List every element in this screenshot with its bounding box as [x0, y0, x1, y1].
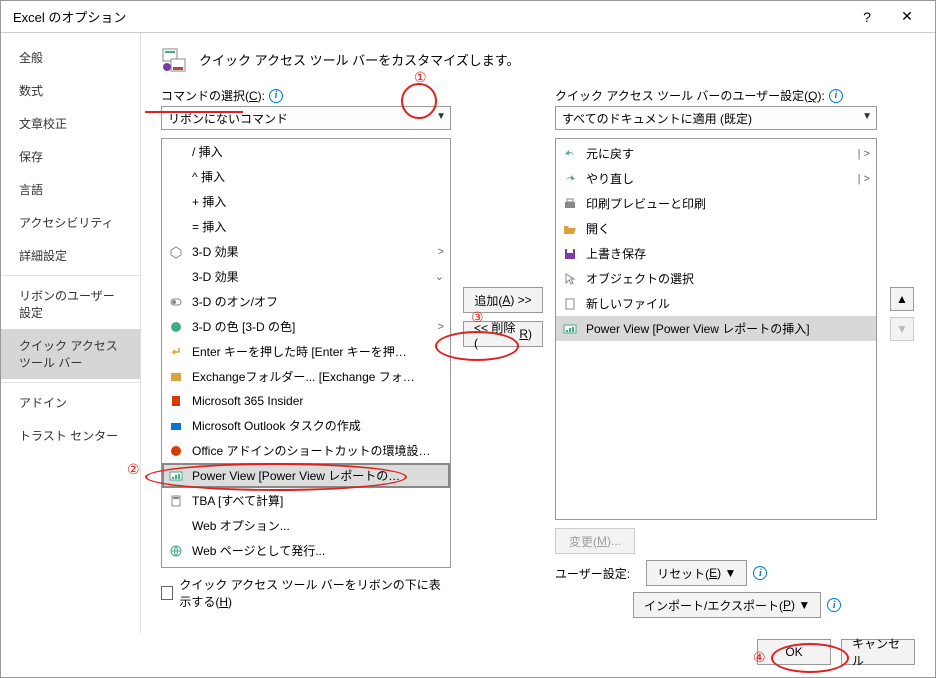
undo-icon — [562, 146, 578, 162]
blank-icon — [168, 269, 184, 285]
annotation-number-3: ③ — [471, 309, 484, 326]
command-item[interactable]: = 挿入 — [162, 214, 450, 239]
qat-item[interactable]: 元に戻す| > — [556, 141, 876, 166]
annotation-number-2: ② — [127, 461, 140, 478]
window-title: Excel のオプション — [9, 7, 847, 26]
save-icon — [562, 246, 578, 262]
command-item[interactable]: Office アドインのショートカットの環境設… — [162, 438, 450, 463]
cube-icon — [168, 244, 184, 260]
move-down-button: ▼ — [890, 317, 914, 341]
qat-item[interactable]: 新しいファイル — [556, 291, 876, 316]
command-item[interactable]: Enter キーを押した時 [Enter キーを押… — [162, 339, 450, 364]
qat-item[interactable]: Power View [Power View レポートの挿入] — [556, 316, 876, 341]
redo-icon — [562, 171, 578, 187]
newfile-icon — [562, 296, 578, 312]
category-sidebar: 全般 数式 文章校正 保存 言語 アクセシビリティ 詳細設定 リボンのユーザー設… — [1, 33, 141, 633]
close-button[interactable]: ✕ — [887, 1, 927, 33]
choose-commands-combo[interactable]: リボンにないコマンド ▼ — [161, 106, 451, 130]
command-item[interactable]: Web ページとして発行... — [162, 538, 450, 563]
qat-item[interactable]: 上書き保存 — [556, 241, 876, 266]
command-item[interactable]: Microsoft 365 Insider — [162, 389, 450, 413]
info-icon[interactable]: i — [829, 89, 843, 103]
powerview-icon — [168, 468, 184, 484]
toggle-icon — [168, 294, 184, 310]
cancel-button[interactable]: キャンセル — [841, 639, 915, 665]
palette-icon — [168, 319, 184, 335]
commands-listbox[interactable]: / 挿入^ 挿入+ 挿入= 挿入3-D 効果>3-D 効果⌄3-D のオン/オフ… — [161, 138, 451, 568]
exchange-icon — [168, 369, 184, 385]
sidebar-item-ribbon[interactable]: リボンのユーザー設定 — [1, 279, 140, 329]
move-up-button[interactable]: ▲ — [890, 287, 914, 311]
command-item[interactable]: / 挿入 — [162, 139, 450, 164]
command-item[interactable]: Power View [Power View レポートの… — [162, 463, 450, 488]
plus-icon — [168, 194, 184, 210]
qat-item[interactable]: 印刷プレビューと印刷 — [556, 191, 876, 216]
sidebar-item-trust[interactable]: トラスト センター — [1, 419, 140, 452]
content-pane: クイック アクセス ツール バーをカスタマイズします。 コマンドの選択(C): … — [141, 33, 935, 633]
qat-listbox[interactable]: 元に戻す| >やり直し| >印刷プレビューと印刷開く上書き保存オブジェクトの選択… — [555, 138, 877, 520]
chevron-down-icon: ▼ — [436, 111, 446, 122]
addin-icon — [168, 443, 184, 459]
titlebar: Excel のオプション ? ✕ — [1, 1, 935, 33]
import-export-button[interactable]: インポート/エクスポート(P) ▼ — [633, 592, 821, 618]
enter-icon — [168, 344, 184, 360]
command-item[interactable]: Microsoft Outlook タスクの作成 — [162, 413, 450, 438]
command-item[interactable]: Web オプション... — [162, 513, 450, 538]
help-button[interactable]: ? — [847, 1, 887, 33]
sidebar-item-accessibility[interactable]: アクセシビリティ — [1, 206, 140, 239]
modify-button: 変更(M)... — [555, 528, 635, 554]
qat-scope-value: すべてのドキュメントに適用 (既定) — [562, 110, 752, 127]
command-item[interactable]: 3-D の色 [3-D の色]> — [162, 314, 450, 339]
print-icon — [562, 196, 578, 212]
info-icon[interactable]: i — [269, 89, 283, 103]
qat-item[interactable]: オブジェクトの選択 — [556, 266, 876, 291]
sidebar-item-save[interactable]: 保存 — [1, 140, 140, 173]
insert-icon — [168, 144, 184, 160]
annotation-number-1: ① — [414, 69, 427, 86]
sidebar-item-proofing[interactable]: 文章校正 — [1, 107, 140, 140]
show-below-ribbon-label: クイック アクセス ツール バーをリボンの下に表示する(H) — [179, 576, 451, 610]
sidebar-item-advanced[interactable]: 詳細設定 — [1, 239, 140, 272]
qat-item[interactable]: 開く — [556, 216, 876, 241]
web-icon — [168, 543, 184, 559]
command-item[interactable]: 3-D 効果> — [162, 239, 450, 264]
sidebar-item-formulas[interactable]: 数式 — [1, 74, 140, 107]
info-icon[interactable]: i — [827, 598, 841, 612]
command-item[interactable]: Exchangeフォルダー... [Exchange フォ… — [162, 364, 450, 389]
qat-scope-combo[interactable]: すべてのドキュメントに適用 (既定) ▼ — [555, 106, 877, 130]
annotation-underline — [145, 111, 243, 113]
command-item[interactable]: ^ 挿入 — [162, 164, 450, 189]
annotation-number-4: ④ — [753, 649, 766, 666]
powerview-icon — [562, 321, 578, 337]
sidebar-item-addins[interactable]: アドイン — [1, 386, 140, 419]
header-text: クイック アクセス ツール バーをカスタマイズします。 — [199, 50, 520, 69]
sidebar-item-qat[interactable]: クイック アクセス ツール バー — [1, 329, 140, 379]
blank-icon — [168, 518, 184, 534]
show-below-ribbon-checkbox[interactable] — [161, 586, 173, 600]
select-icon — [562, 271, 578, 287]
info-icon[interactable]: i — [753, 566, 767, 580]
office-icon — [168, 393, 184, 409]
equals-icon — [168, 219, 184, 235]
sidebar-item-general[interactable]: 全般 — [1, 41, 140, 74]
user-settings-label: ユーザー設定: — [555, 565, 630, 582]
customize-qat-label: クイック アクセス ツール バーのユーザー設定(Q): — [555, 87, 825, 104]
chevron-down-icon: ▼ — [862, 111, 872, 122]
command-item[interactable]: TBA [すべて計算] — [162, 488, 450, 513]
qat-header-icon — [161, 45, 189, 73]
calc-icon — [168, 493, 184, 509]
command-item[interactable]: 3-D 効果⌄ — [162, 264, 450, 289]
open-icon — [562, 221, 578, 237]
choose-commands-label: コマンドの選択(C): — [161, 87, 265, 104]
reset-button[interactable]: リセット(E) ▼ — [646, 560, 747, 586]
insert-icon — [168, 169, 184, 185]
ok-button[interactable]: OK — [757, 639, 831, 665]
command-item[interactable]: 3-D のオン/オフ — [162, 289, 450, 314]
outlook-icon — [168, 418, 184, 434]
command-item[interactable]: + 挿入 — [162, 189, 450, 214]
sidebar-item-language[interactable]: 言語 — [1, 173, 140, 206]
qat-item[interactable]: やり直し| > — [556, 166, 876, 191]
